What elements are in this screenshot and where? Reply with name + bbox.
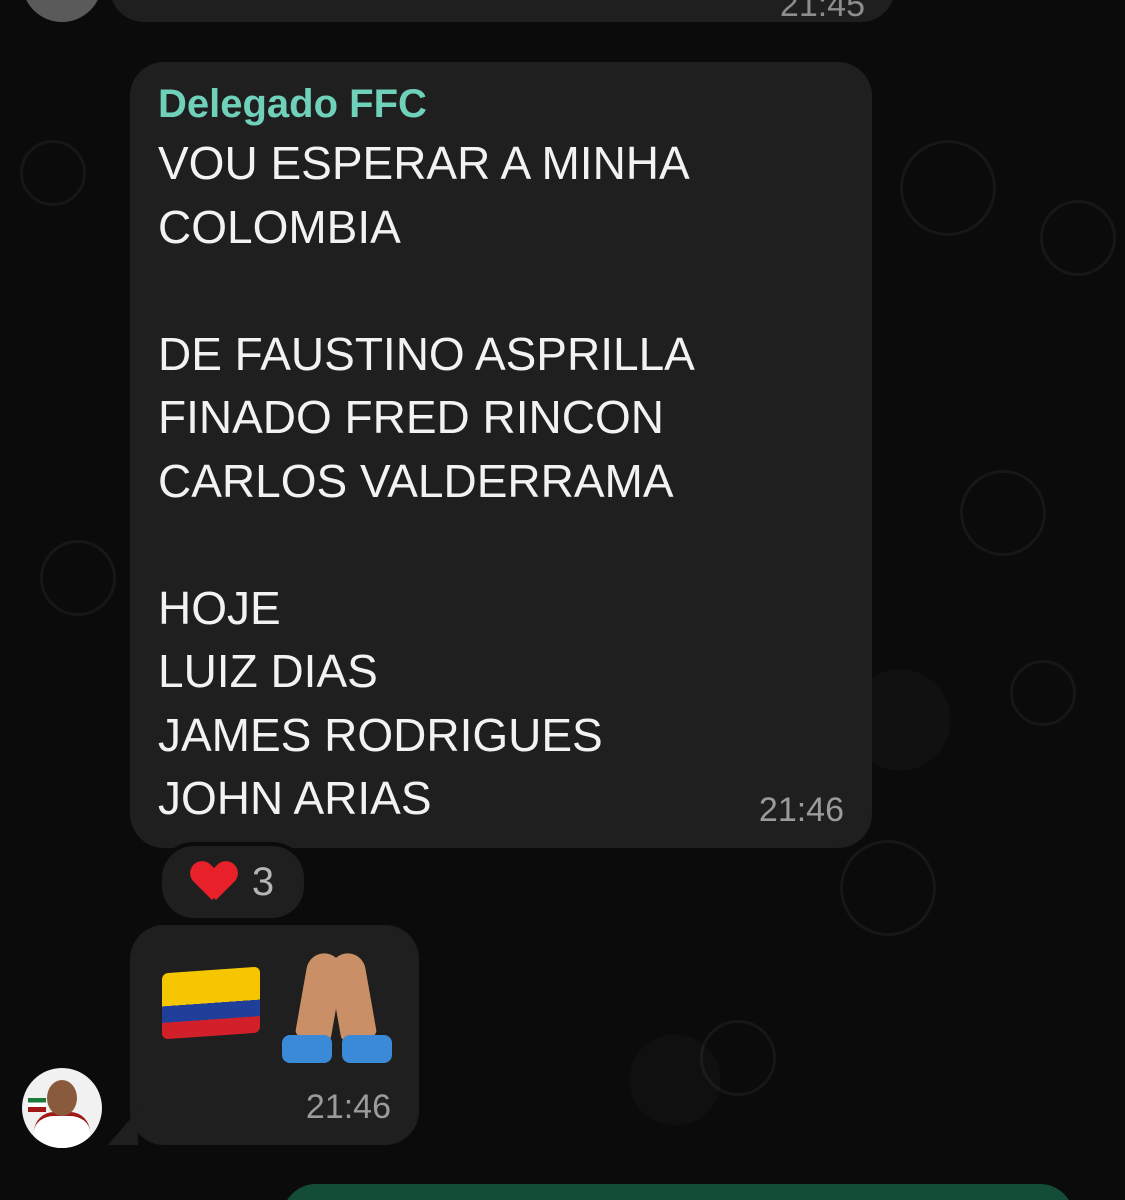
background-doodle <box>960 470 1046 556</box>
background-doodle <box>1040 200 1116 276</box>
colombia-flag-icon <box>162 966 260 1040</box>
outgoing-message-bubble[interactable] <box>282 1184 1074 1200</box>
background-doodle <box>900 140 996 236</box>
sender-avatar[interactable] <box>22 0 102 22</box>
sender-name[interactable]: Delegado FFC <box>158 82 427 127</box>
reaction-count: 3 <box>251 859 275 904</box>
previous-message-bubble[interactable]: 21:45 <box>110 0 895 22</box>
background-doodle <box>40 540 116 616</box>
heart-icon <box>192 862 236 902</box>
message-time: 21:46 <box>758 791 844 829</box>
emoji-message-bubble[interactable]: 21:46 <box>130 925 419 1145</box>
message-text: VOU ESPERAR A MINHA COLOMBIA DE FAUSTINO… <box>158 137 695 824</box>
praying-hands-icon <box>282 950 392 1063</box>
message-time: 21:45 <box>780 0 865 18</box>
sender-avatar[interactable] <box>22 1068 102 1148</box>
message-time: 21:46 <box>305 1088 391 1126</box>
message-bubble[interactable]: Delegado FFC VOU ESPERAR A MINHA COLOMBI… <box>130 62 872 848</box>
bubble-tail <box>108 1110 138 1145</box>
background-doodle <box>1010 660 1076 726</box>
background-doodle <box>700 1020 776 1096</box>
background-doodle <box>20 140 86 206</box>
reaction-badge[interactable]: 3 <box>158 842 308 922</box>
chat-background: 21:45 Delegado FFC VOU ESPERAR A MINHA C… <box>0 0 1125 1200</box>
background-doodle <box>840 840 936 936</box>
